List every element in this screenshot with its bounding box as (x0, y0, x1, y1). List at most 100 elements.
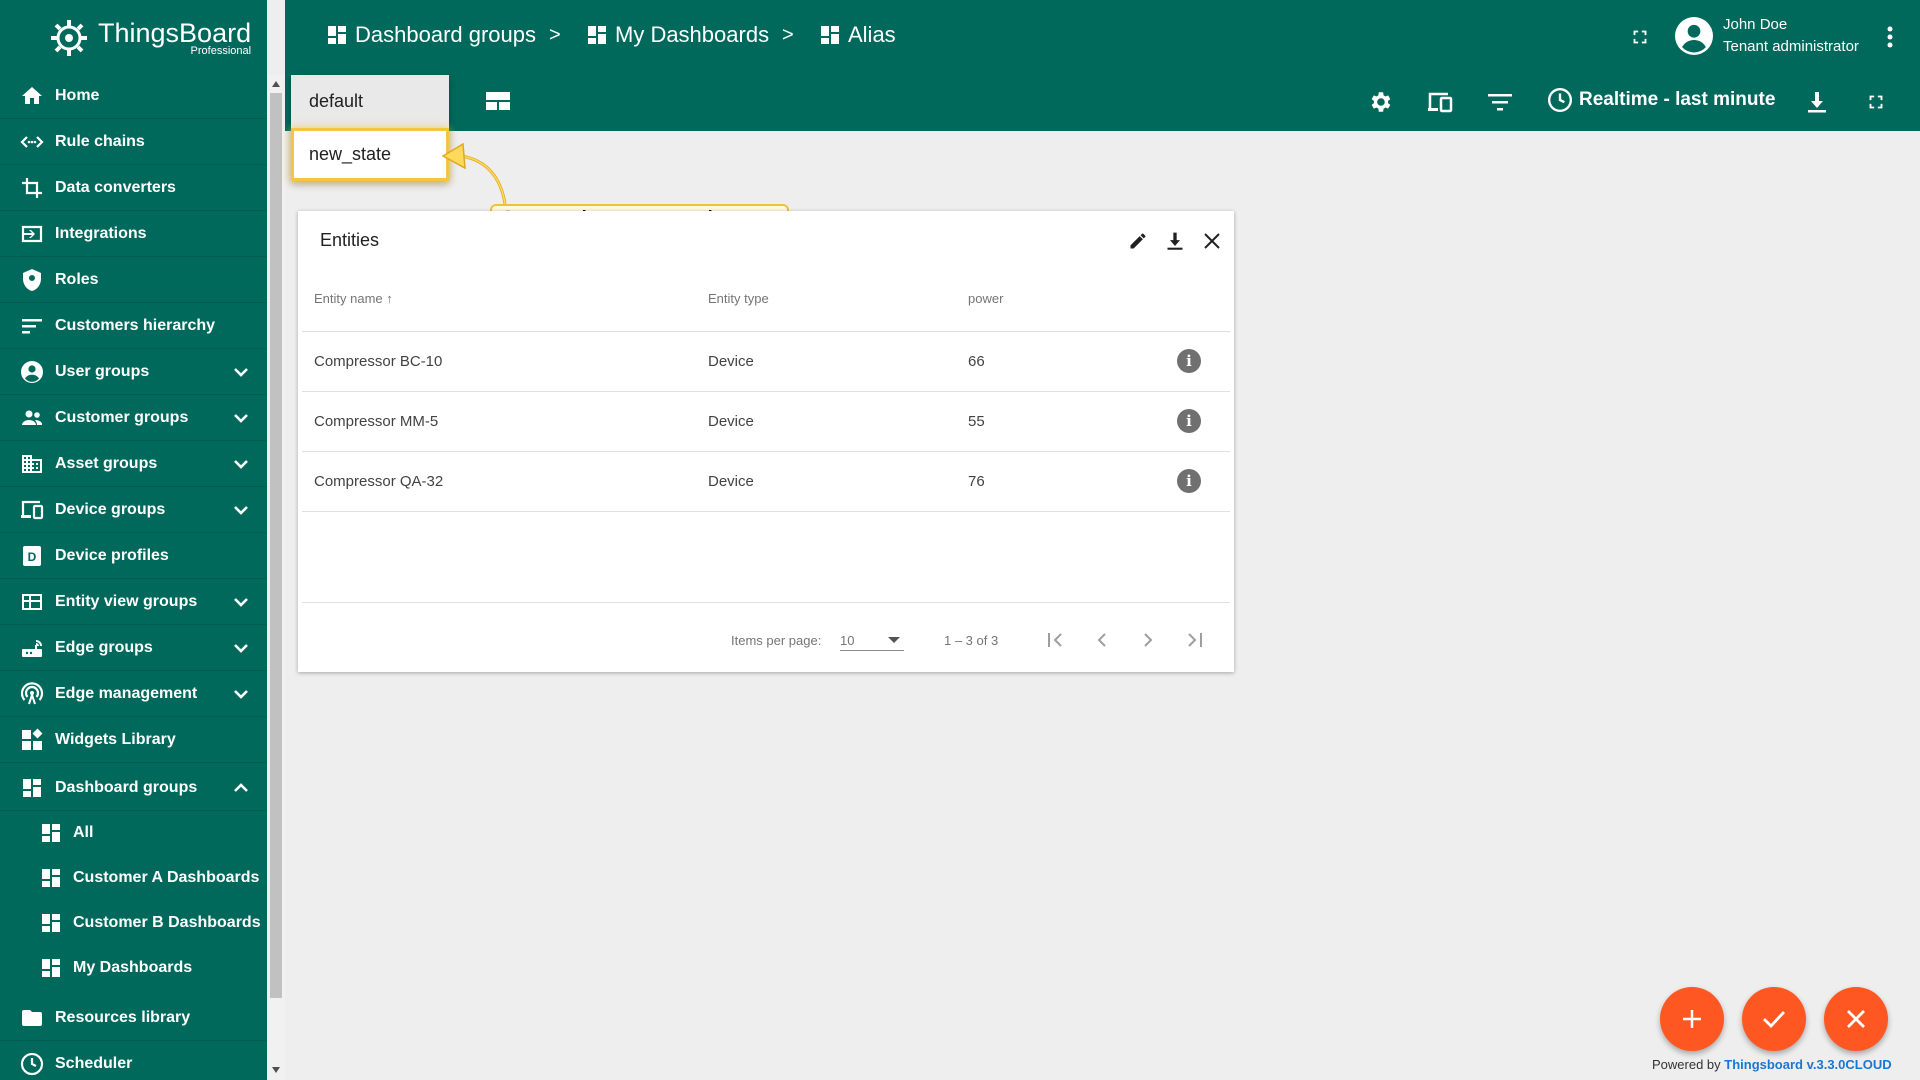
column-header-entity-type[interactable]: Entity type (708, 267, 968, 332)
clock-icon (1547, 87, 1573, 113)
close-icon (1847, 1010, 1865, 1028)
chevron-down-icon[interactable] (231, 362, 251, 382)
scroll-down-icon[interactable] (271, 1065, 281, 1075)
export-button[interactable] (1802, 87, 1832, 117)
sidebar-item-integrations[interactable]: Integrations (0, 211, 267, 257)
sidebar-item-home[interactable]: Home (0, 73, 267, 119)
dashboard-icon (588, 26, 606, 44)
export-widget-button[interactable] (1161, 227, 1189, 255)
filters-button[interactable] (1485, 87, 1515, 117)
sidebar-item-label: Edge groups (55, 638, 153, 656)
column-header-power[interactable]: power (968, 267, 1148, 332)
sidebar-item-data-converters[interactable]: Data converters (0, 165, 267, 211)
scroll-up-icon[interactable] (271, 79, 281, 89)
sidebar-item-label: Customer A Dashboards (73, 869, 260, 886)
chevron-right-icon (1144, 633, 1153, 647)
filter-list-icon (1488, 94, 1512, 111)
edit-widget-button[interactable] (1124, 227, 1152, 255)
cell-actions: i (1148, 331, 1230, 392)
breadcrumb-separator: > (782, 24, 794, 46)
sidebar-item-customers-hierarchy[interactable]: Customers hierarchy (0, 303, 267, 349)
layout-button[interactable] (483, 87, 513, 117)
powered-link[interactable]: Thingsboard v.3.3.0CLOUD (1724, 1057, 1891, 1072)
more-menu-button[interactable] (1875, 22, 1905, 52)
timewindow-button[interactable]: Realtime - last minute (1547, 87, 1775, 113)
previous-page-button[interactable] (1088, 626, 1116, 654)
close-widget-button[interactable] (1198, 227, 1226, 255)
add-widget-button[interactable] (1660, 987, 1724, 1051)
state-option-default[interactable]: default (291, 75, 449, 128)
sidebar-item-edge-groups[interactable]: Edge groups (0, 625, 267, 671)
cell-entity-type: Device (708, 451, 968, 512)
shield-icon (18, 266, 46, 294)
sidebar-item-label: User groups (55, 362, 150, 380)
gear-icon (1371, 92, 1391, 112)
sidebar-item-rule-chains[interactable]: Rule chains (0, 119, 267, 165)
cancel-edit-button[interactable] (1824, 987, 1888, 1051)
sidebar-item-customer-groups[interactable]: Customer groups (0, 395, 267, 441)
sidebar-item-dashboard-groups[interactable]: Dashboard groups (0, 765, 267, 811)
save-dashboard-button[interactable] (1742, 987, 1806, 1051)
info-icon[interactable]: i (1177, 349, 1201, 373)
info-icon[interactable]: i (1177, 409, 1201, 433)
sidebar-item-customer-b-dashboards[interactable]: Customer B Dashboards (0, 900, 267, 946)
items-per-page-select[interactable]: 10 (840, 629, 904, 651)
table-row[interactable]: Compressor QA-32 Device 76 i (302, 451, 1230, 512)
pencil-icon (1130, 233, 1146, 249)
sidebar-scrollbar[interactable] (267, 75, 285, 1080)
sidebar-item-label: Roles (55, 270, 99, 288)
breadcrumb-alias: Alias (818, 22, 896, 48)
sidebar-item-edge-management[interactable]: Edge management (0, 671, 267, 717)
sidebar-item-widgets-library[interactable]: Widgets Library (0, 717, 267, 763)
settings-button[interactable] (1365, 87, 1395, 117)
table-row[interactable]: Compressor BC-10 Device 66 i (302, 331, 1230, 392)
breadcrumb-label: Alias (848, 22, 896, 47)
sidebar-item-label: Device groups (55, 500, 166, 518)
fullscreen-icon (1869, 95, 1883, 109)
last-page-button[interactable] (1180, 626, 1208, 654)
clock-icon (18, 1050, 46, 1078)
sidebar-item-device-groups[interactable]: Device groups (0, 487, 267, 533)
sidebar-item-roles[interactable]: Roles (0, 257, 267, 303)
dashboard-icon (821, 26, 839, 44)
chevron-down-icon[interactable] (231, 592, 251, 612)
first-page-button[interactable] (1042, 626, 1070, 654)
chevron-down-icon[interactable] (231, 454, 251, 474)
view-stream-icon (486, 92, 510, 110)
last-page-icon (1188, 633, 1202, 647)
sidebar-item-asset-groups[interactable]: Asset groups (0, 441, 267, 487)
user-role: Tenant administrator (1723, 38, 1859, 55)
chevron-down-icon[interactable] (231, 408, 251, 428)
fullscreen-button[interactable] (1625, 22, 1655, 52)
cell-actions: i (1148, 451, 1230, 512)
cell-power: 76 (968, 451, 1148, 512)
scrollbar-thumb[interactable] (270, 93, 282, 998)
user-menu[interactable]: John Doe Tenant administrator (1675, 14, 1859, 58)
sidebar-item-customer-a-dashboards[interactable]: Customer A Dashboards (0, 855, 267, 901)
breadcrumb-dashboard-groups[interactable]: Dashboard groups (325, 22, 536, 48)
items-per-page-label: Items per page: (731, 633, 822, 648)
chevron-down-icon[interactable] (231, 638, 251, 658)
logo[interactable]: ThingsBoard Professional (0, 0, 267, 75)
sidebar-item-all[interactable]: All (0, 810, 267, 856)
cell-entity-type: Device (708, 391, 968, 452)
sidebar-item-scheduler[interactable]: Scheduler (0, 1041, 267, 1080)
sidebar-item-entity-view-groups[interactable]: Entity view groups (0, 579, 267, 625)
chevron-up-icon[interactable] (231, 778, 251, 798)
info-icon[interactable]: i (1177, 469, 1201, 493)
sidebar-item-my-dashboards[interactable]: My Dashboards (0, 945, 267, 991)
cell-entity-type: Device (708, 331, 968, 392)
column-header-entity-name[interactable]: Entity name ↑ (302, 267, 708, 332)
sidebar-item-device-profiles[interactable]: D Device profiles (0, 533, 267, 579)
state-option-new-state[interactable]: new_state (291, 128, 449, 181)
entity-aliases-button[interactable] (1425, 87, 1455, 117)
dashboard-fullscreen-button[interactable] (1861, 87, 1891, 117)
chevron-down-icon[interactable] (231, 684, 251, 704)
first-page-icon (1048, 633, 1062, 647)
chevron-down-icon[interactable] (231, 500, 251, 520)
sidebar-item-user-groups[interactable]: User groups (0, 349, 267, 395)
table-row[interactable]: Compressor MM-5 Device 55 i (302, 391, 1230, 452)
breadcrumb-my-dashboards[interactable]: My Dashboards (585, 22, 769, 48)
next-page-button[interactable] (1134, 626, 1162, 654)
sidebar-item-resources-library[interactable]: Resources library (0, 995, 267, 1041)
